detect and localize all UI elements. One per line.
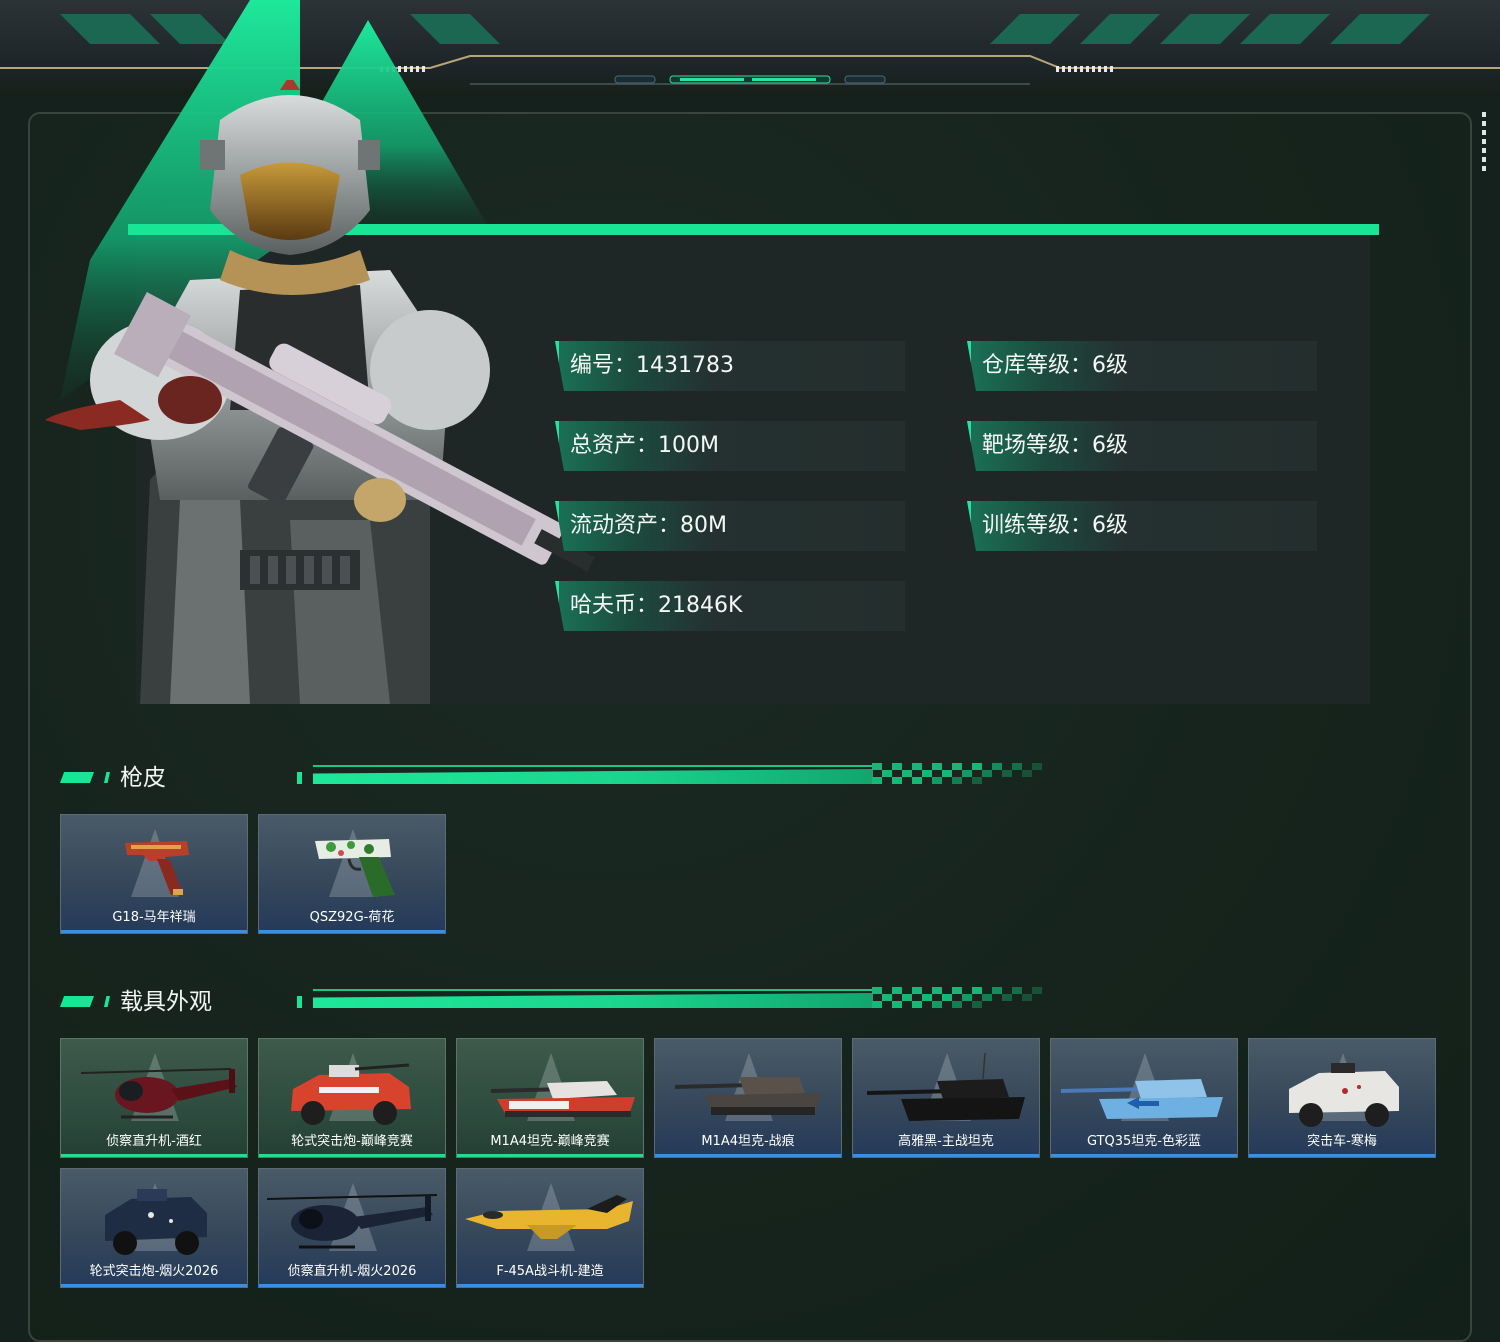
- vehicle-skin-card[interactable]: 轮式突击炮-巅峰竞赛: [258, 1038, 446, 1158]
- section-title-gun-skins: 枪皮: [120, 765, 166, 791]
- stat-liquid-assets-text: 流动资产：80M: [570, 513, 727, 538]
- header-marker: [60, 996, 94, 1007]
- operator-character-image: [45, 80, 595, 704]
- stat-hafcoin-text: 哈夫币：21846K: [570, 593, 743, 618]
- vehicle-skin-card[interactable]: M1A4坦克-战痕: [654, 1038, 842, 1158]
- section-title-vehicle-skins: 载具外观: [120, 989, 212, 1015]
- stat-warehouse-level: 仓库等级：6级: [967, 341, 1317, 391]
- vehicle-skin-label: 轮式突击炮-烟火2026: [89, 1264, 219, 1279]
- header-marker: [104, 996, 110, 1007]
- header-marker: [297, 996, 302, 1008]
- vehicle-skin-card[interactable]: 轮式突击炮-烟火2026: [60, 1168, 248, 1288]
- vehicle-skin-label: 轮式突击炮-巅峰竞赛: [291, 1134, 413, 1149]
- stat-total-assets: 总资产：100M: [555, 421, 905, 471]
- stat-range-level: 靶场等级：6级: [967, 421, 1317, 471]
- stat-warehouse-level-text: 仓库等级：6级: [982, 353, 1128, 378]
- stat-hafcoin: 哈夫币：21846K: [555, 581, 905, 631]
- card-rarity-bar: [61, 1154, 247, 1157]
- stat-range-level-text: 靶场等级：6级: [982, 433, 1128, 458]
- card-rarity-bar: [853, 1154, 1039, 1157]
- card-rarity-bar: [61, 930, 247, 933]
- checkered-pattern: [872, 763, 1042, 784]
- stat-training-level: 训练等级：6级: [967, 501, 1317, 551]
- card-rarity-bar: [457, 1154, 643, 1157]
- header-line: [313, 989, 873, 991]
- scroll-indicator[interactable]: [1482, 112, 1488, 182]
- vehicle-skin-card[interactable]: 侦察直升机-烟火2026: [258, 1168, 446, 1288]
- vehicle-skin-card[interactable]: 突击车-寒梅: [1248, 1038, 1436, 1158]
- gun-skin-label: QSZ92G-荷花: [309, 910, 395, 925]
- vehicle-skin-card[interactable]: F-45A战斗机-建造: [456, 1168, 644, 1288]
- vehicle-skin-card[interactable]: 侦察直升机-酒红: [60, 1038, 248, 1158]
- vehicle-skin-label: GTQ35坦克-色彩蓝: [1086, 1134, 1202, 1149]
- card-rarity-bar: [259, 1154, 445, 1157]
- card-rarity-bar: [259, 930, 445, 933]
- vehicle-skin-label: F-45A战斗机-建造: [496, 1264, 604, 1279]
- vehicle-skin-card[interactable]: 高雅黑-主战坦克: [852, 1038, 1040, 1158]
- vehicle-skin-label: 高雅黑-主战坦克: [898, 1134, 994, 1149]
- header-marker: [60, 772, 94, 783]
- gun-skin-label: G18-马年祥瑞: [112, 910, 196, 925]
- header-marker: [104, 772, 110, 783]
- checkered-pattern: [872, 987, 1042, 1008]
- stat-training-level-text: 训练等级：6级: [982, 513, 1128, 538]
- card-rarity-bar: [259, 1284, 445, 1287]
- card-rarity-bar: [655, 1154, 841, 1157]
- stat-total-assets-text: 总资产：100M: [570, 433, 719, 458]
- gun-skin-card[interactable]: QSZ92G-荷花: [258, 814, 446, 934]
- gun-skin-card[interactable]: G18-马年祥瑞: [60, 814, 248, 934]
- section-header-vehicle-skins: 载具外观: [60, 987, 1060, 1017]
- header-marker: [297, 772, 302, 784]
- header-bar: [313, 993, 873, 1008]
- vehicle-skin-label: M1A4坦克-巅峰竞赛: [490, 1134, 610, 1149]
- vehicle-skin-card[interactable]: GTQ35坦克-色彩蓝: [1050, 1038, 1238, 1158]
- card-rarity-bar: [1051, 1154, 1237, 1157]
- vehicle-skin-label: 突击车-寒梅: [1307, 1134, 1377, 1149]
- stat-player-id-text: 编号：1431783: [570, 353, 734, 378]
- stat-liquid-assets: 流动资产：80M: [555, 501, 905, 551]
- header-bar: [313, 769, 873, 784]
- header-line: [313, 765, 873, 767]
- card-rarity-bar: [457, 1284, 643, 1287]
- card-rarity-bar: [1249, 1154, 1435, 1157]
- stat-player-id: 编号：1431783: [555, 341, 905, 391]
- vehicle-skin-label: 侦察直升机-烟火2026: [287, 1264, 417, 1279]
- vehicle-skin-label: 侦察直升机-酒红: [106, 1134, 202, 1149]
- section-header-gun-skins: 枪皮: [60, 763, 1060, 793]
- vehicle-skin-card[interactable]: M1A4坦克-巅峰竞赛: [456, 1038, 644, 1158]
- vehicle-skin-label: M1A4坦克-战痕: [701, 1134, 795, 1149]
- card-rarity-bar: [61, 1284, 247, 1287]
